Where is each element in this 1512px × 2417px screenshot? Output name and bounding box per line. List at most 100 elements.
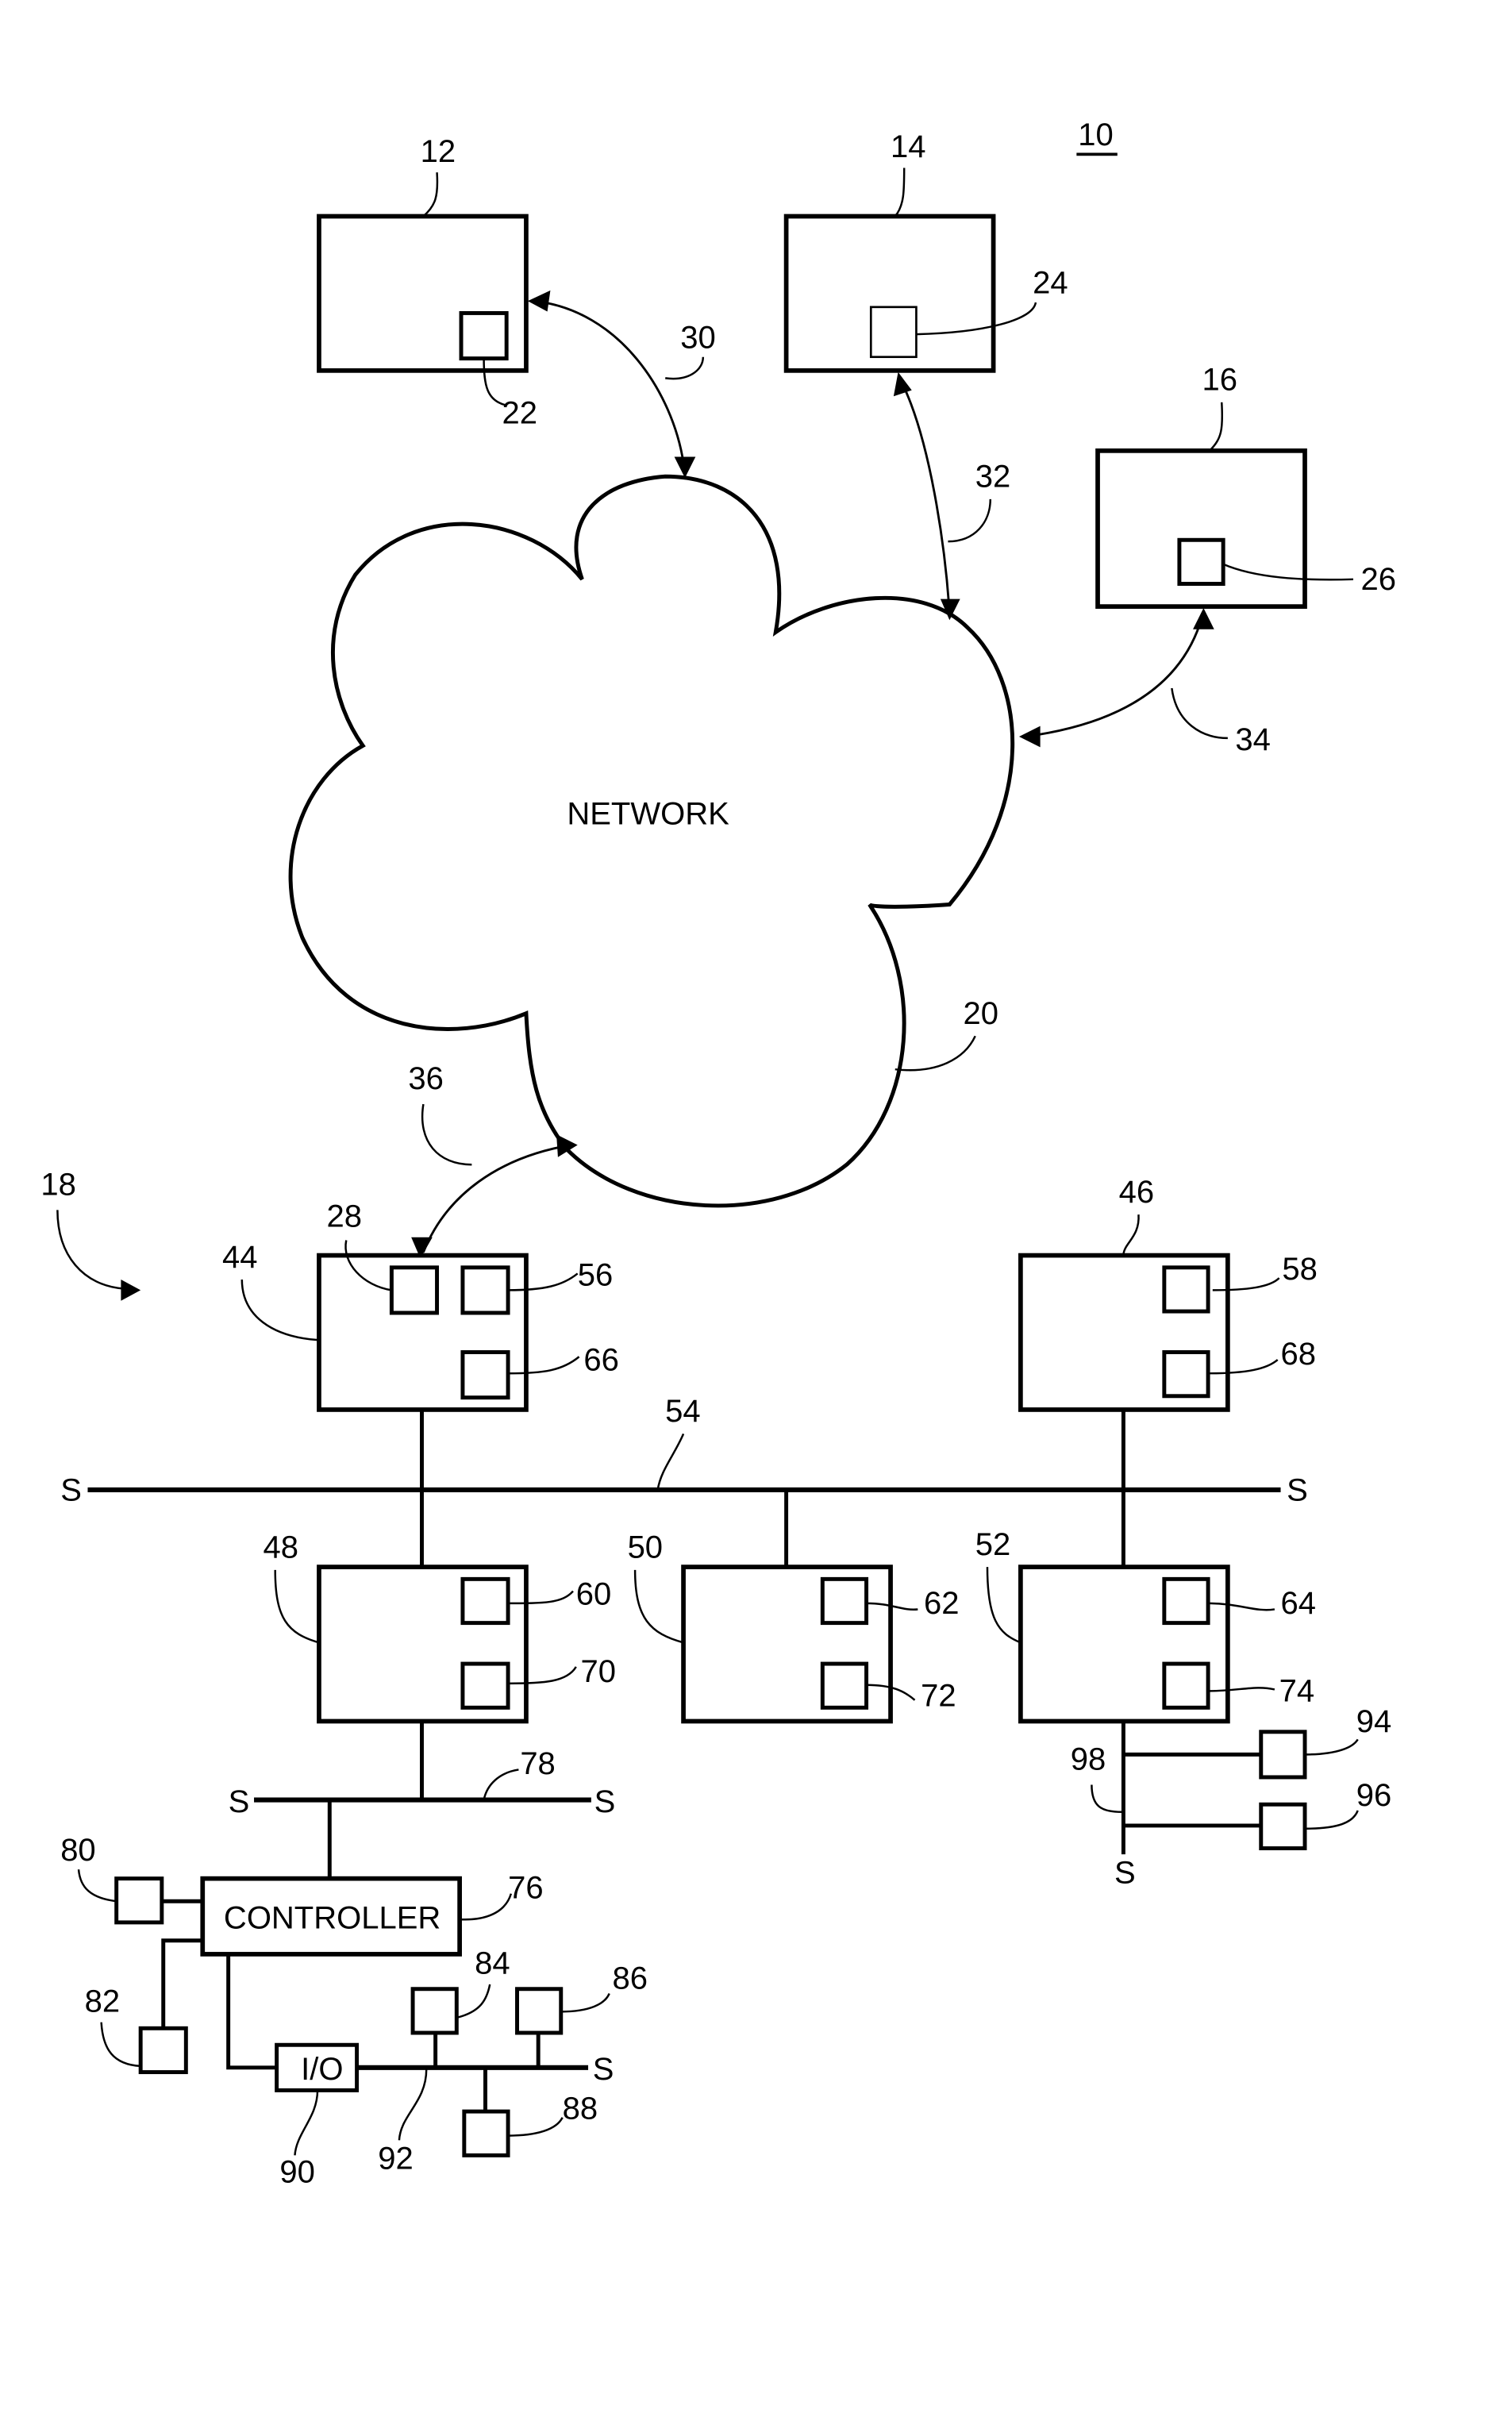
module-74-box bbox=[1162, 1661, 1210, 1710]
terminator-bus78-right: S bbox=[594, 1784, 616, 1819]
leader-92 bbox=[398, 2069, 428, 2141]
device-82-box bbox=[138, 2026, 188, 2075]
ref-30: 30 bbox=[680, 320, 715, 355]
ref-46: 46 bbox=[1119, 1175, 1154, 1210]
ref-14: 14 bbox=[891, 129, 925, 164]
link-32 bbox=[900, 380, 951, 613]
leader-44 bbox=[240, 1280, 320, 1341]
ref-26: 26 bbox=[1360, 562, 1395, 597]
terminator-bus78-left: S bbox=[229, 1784, 250, 1819]
device-84-box bbox=[410, 1987, 459, 2035]
leader-46 bbox=[1122, 1214, 1140, 1256]
ref-76: 76 bbox=[508, 1870, 543, 1905]
leader-84 bbox=[456, 1984, 491, 2019]
module-64-box bbox=[1162, 1576, 1210, 1626]
ref-34: 34 bbox=[1235, 722, 1270, 757]
ref-78: 78 bbox=[520, 1746, 555, 1781]
figure-ref-label: 10 bbox=[1078, 117, 1113, 152]
ref-92: 92 bbox=[378, 2141, 413, 2176]
io-label: I/O bbox=[301, 2052, 343, 2087]
link-30 bbox=[533, 299, 685, 464]
network-cloud bbox=[288, 474, 1015, 1208]
ref-62: 62 bbox=[924, 1586, 959, 1621]
module-62-box bbox=[820, 1576, 869, 1626]
leader-20 bbox=[895, 1035, 976, 1072]
ref-20: 20 bbox=[963, 996, 998, 1031]
module-66-box bbox=[460, 1350, 510, 1400]
wire-controller-io bbox=[226, 1953, 277, 2070]
module-70-box bbox=[460, 1661, 510, 1710]
arrowhead-18 bbox=[121, 1280, 141, 1301]
ref-84: 84 bbox=[475, 1946, 510, 1981]
device-96-box bbox=[1259, 1802, 1307, 1851]
leader-86 bbox=[560, 1992, 610, 2013]
leader-48 bbox=[274, 1569, 320, 1644]
ref-28: 28 bbox=[326, 1199, 361, 1234]
leader-50 bbox=[633, 1569, 684, 1644]
leader-34 bbox=[1171, 687, 1228, 740]
leader-98 bbox=[1091, 1784, 1122, 1814]
module-68-box bbox=[1162, 1350, 1210, 1399]
module-56-box bbox=[460, 1265, 510, 1315]
controller-label: CONTROLLER bbox=[224, 1901, 441, 1936]
ref-56: 56 bbox=[578, 1258, 613, 1293]
leader-90 bbox=[294, 2090, 319, 2156]
ref-96: 96 bbox=[1356, 1778, 1391, 1813]
module-24-box bbox=[869, 306, 918, 359]
leader-88 bbox=[508, 2117, 564, 2137]
leader-80 bbox=[77, 1869, 117, 1903]
system-diagram: 10 12 22 14 24 16 26 NETWORK 20 30 32 34… bbox=[40, 117, 1396, 2190]
module-22-box bbox=[459, 310, 509, 361]
arrowhead-34-left bbox=[1018, 725, 1041, 748]
ref-50: 50 bbox=[628, 1530, 663, 1565]
leader-82 bbox=[100, 2022, 141, 2068]
leader-54 bbox=[656, 1433, 685, 1491]
ref-70: 70 bbox=[581, 1654, 616, 1689]
device-94-box bbox=[1259, 1730, 1307, 1780]
network-label: NETWORK bbox=[567, 796, 729, 831]
leader-76 bbox=[460, 1893, 513, 1921]
module-58-box bbox=[1162, 1265, 1210, 1314]
leader-12 bbox=[422, 172, 439, 217]
ref-74: 74 bbox=[1279, 1674, 1314, 1709]
ref-32: 32 bbox=[975, 460, 1010, 495]
leader-14 bbox=[894, 167, 906, 217]
ref-12: 12 bbox=[421, 134, 456, 169]
terminator-bus98-bottom: S bbox=[1114, 1855, 1136, 1890]
leader-32 bbox=[948, 498, 992, 543]
ref-24: 24 bbox=[1033, 266, 1068, 301]
device-86-box bbox=[515, 1987, 564, 2035]
leader-52 bbox=[986, 1567, 1021, 1644]
module-72-box bbox=[820, 1661, 869, 1710]
ref-82: 82 bbox=[85, 1984, 120, 2019]
ref-64: 64 bbox=[1281, 1586, 1316, 1621]
module-28-box bbox=[389, 1265, 440, 1315]
ref-60: 60 bbox=[576, 1577, 611, 1612]
leader-30 bbox=[665, 356, 705, 380]
leader-36 bbox=[421, 1103, 472, 1166]
ref-86: 86 bbox=[613, 1961, 648, 1996]
wire-controller-82 bbox=[161, 1938, 203, 2029]
device-88-box bbox=[462, 2109, 510, 2157]
leader-16 bbox=[1209, 402, 1224, 452]
ref-16: 16 bbox=[1202, 363, 1237, 398]
ref-88: 88 bbox=[563, 2092, 598, 2126]
ref-22: 22 bbox=[502, 396, 537, 431]
terminator-bus54-right: S bbox=[1287, 1472, 1308, 1507]
ref-94: 94 bbox=[1356, 1704, 1391, 1739]
ref-66: 66 bbox=[583, 1342, 618, 1377]
leader-18 bbox=[56, 1210, 125, 1290]
leader-96 bbox=[1305, 1810, 1359, 1830]
ref-52: 52 bbox=[975, 1527, 1010, 1562]
ref-98: 98 bbox=[1071, 1742, 1106, 1776]
arrowhead-30-top bbox=[527, 290, 551, 312]
ref-18: 18 bbox=[40, 1167, 75, 1202]
ref-54: 54 bbox=[665, 1394, 700, 1429]
link-34 bbox=[1025, 617, 1203, 738]
leader-94 bbox=[1305, 1738, 1359, 1756]
ref-48: 48 bbox=[263, 1530, 298, 1565]
module-60-box bbox=[460, 1576, 510, 1626]
ref-80: 80 bbox=[60, 1833, 95, 1868]
device-80-box bbox=[114, 1876, 164, 1925]
ref-44: 44 bbox=[222, 1240, 257, 1275]
